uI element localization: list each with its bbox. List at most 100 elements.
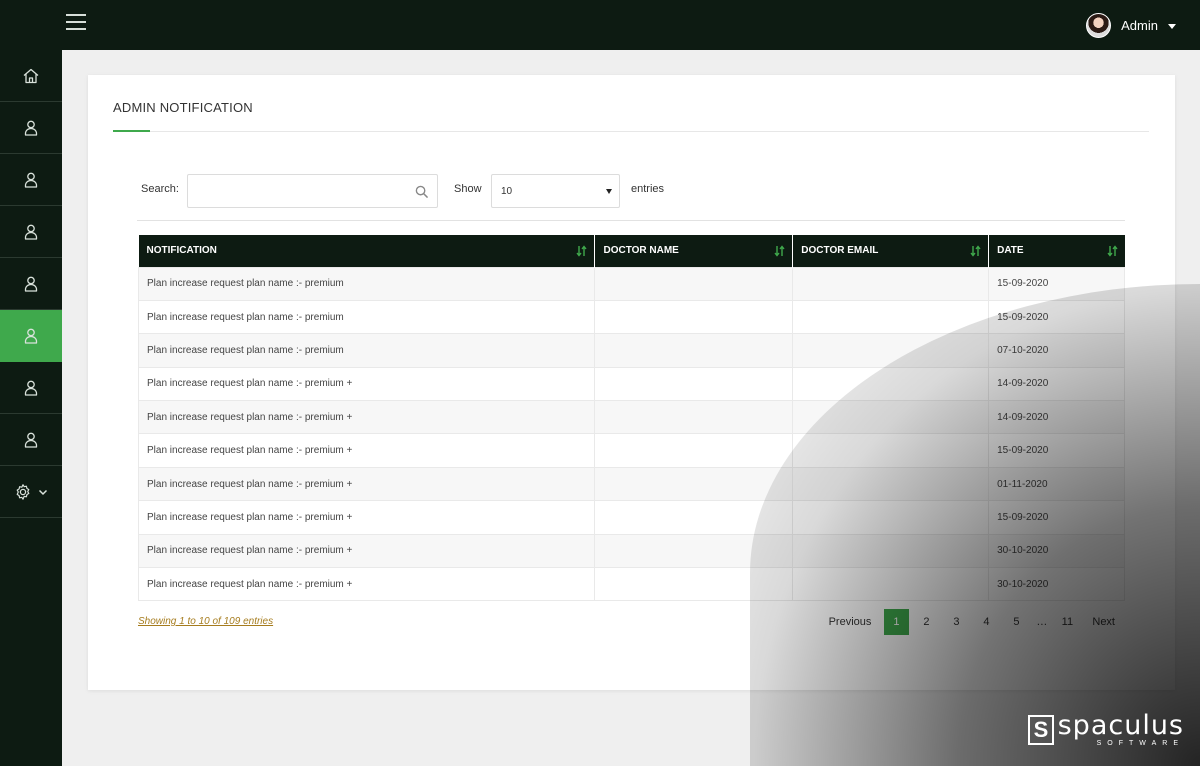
- show-label: Show: [454, 183, 482, 195]
- cell-notification: Plan increase request plan name :- premi…: [137, 433, 596, 468]
- cell-notification: Plan increase request plan name :- premi…: [137, 266, 596, 301]
- table-row[interactable]: Plan increase request plan name :- premi…: [137, 400, 1125, 435]
- notifications-table: NOTIFICATION DOCTOR NAME DOCTOR EMAIL DA…: [137, 235, 1125, 602]
- sidebar-item-5[interactable]: [0, 258, 62, 310]
- user-icon: [22, 379, 40, 397]
- entries-label: entries: [631, 183, 665, 195]
- cell-notification: Plan increase request plan name :- premi…: [137, 366, 596, 402]
- showing-entries-info: Showing 1 to 10 of 109 entries: [138, 616, 274, 627]
- cell-date: 30-10-2020: [988, 533, 1125, 569]
- cell-notification: Plan increase request plan name :- premi…: [137, 400, 596, 435]
- table-row[interactable]: Plan increase request plan name :- premi…: [137, 299, 1125, 335]
- table-header-row: NOTIFICATION DOCTOR NAME DOCTOR EMAIL DA…: [138, 235, 1125, 267]
- sidebar-item-8[interactable]: [0, 414, 62, 466]
- cell-notification: Plan increase request plan name :- premi…: [137, 466, 596, 502]
- pagination: Previous 1 2 3 4 5 … 11 Next: [819, 609, 1125, 635]
- cell-date: 30-10-2020: [988, 567, 1125, 602]
- sidebar-item-7[interactable]: [0, 362, 62, 414]
- cell-doctor-email: [792, 466, 990, 502]
- sidebar: [0, 0, 62, 766]
- cell-date: 15-09-2020: [988, 500, 1125, 535]
- entries-select[interactable]: 10: [491, 174, 620, 208]
- hamburger-menu-icon[interactable]: [66, 14, 86, 32]
- user-name[interactable]: Admin: [1121, 18, 1158, 33]
- search-input[interactable]: [188, 175, 437, 207]
- cell-date: 15-09-2020: [988, 266, 1125, 301]
- table-row[interactable]: Plan increase request plan name :- premi…: [137, 433, 1125, 468]
- sidebar-item-3[interactable]: [0, 154, 62, 206]
- column-header-label: NOTIFICATION: [146, 245, 217, 257]
- notification-card: ADMIN NOTIFICATION Search: Show 10 entri…: [88, 75, 1175, 690]
- avatar[interactable]: [1086, 12, 1112, 38]
- cell-doctor-name: [594, 533, 794, 569]
- table-row[interactable]: Plan increase request plan name :- premi…: [137, 366, 1125, 402]
- caret-down-icon: [606, 189, 612, 194]
- cell-doctor-email: [792, 299, 990, 335]
- page-button-4[interactable]: 4: [974, 609, 999, 635]
- cell-doctor-name: [594, 500, 794, 535]
- user-icon: [22, 171, 40, 189]
- sidebar-item-2[interactable]: [0, 102, 62, 154]
- cell-date: 01-11-2020: [988, 466, 1125, 502]
- cell-date: 15-09-2020: [988, 433, 1125, 468]
- cell-date: 15-09-2020: [988, 299, 1125, 335]
- sidebar-item-6[interactable]: [0, 310, 62, 362]
- brand-logo: spaculus SOFTWARE: [1027, 710, 1184, 747]
- column-header-doctor-name[interactable]: DOCTOR NAME: [594, 235, 794, 267]
- user-icon: [22, 431, 40, 449]
- cell-doctor-name: [594, 299, 794, 335]
- cell-doctor-name: [594, 400, 794, 435]
- pagination-ellipsis: …: [1036, 616, 1048, 628]
- sort-icon[interactable]: [1106, 245, 1118, 257]
- table-row[interactable]: Plan increase request plan name :- premi…: [137, 500, 1125, 535]
- column-header-date[interactable]: DATE: [988, 235, 1125, 267]
- cell-doctor-email: [792, 433, 990, 468]
- user-menu[interactable]: Admin: [1086, 12, 1176, 38]
- page-button-5[interactable]: 5: [1004, 609, 1029, 635]
- user-icon: [22, 327, 40, 345]
- cell-doctor-name: [594, 266, 794, 301]
- previous-page-button[interactable]: Previous: [819, 609, 882, 635]
- title-divider: [113, 131, 1149, 132]
- sort-icon[interactable]: [576, 245, 588, 257]
- sidebar-item-9[interactable]: [0, 466, 62, 518]
- search-icon[interactable]: [415, 185, 428, 198]
- cell-date: 07-10-2020: [988, 333, 1125, 368]
- controls-divider: [137, 220, 1125, 221]
- search-label: Search:: [141, 183, 179, 195]
- brand-name: spaculus: [1057, 710, 1184, 741]
- chevron-down-icon[interactable]: [1168, 23, 1176, 29]
- page-button-11[interactable]: 11: [1055, 609, 1080, 635]
- table-row[interactable]: Plan increase request plan name :- premi…: [137, 466, 1125, 502]
- cell-doctor-email: [792, 500, 990, 535]
- cell-date: 14-09-2020: [988, 366, 1125, 402]
- top-bar: Admin: [0, 0, 1200, 50]
- page-button-3[interactable]: 3: [944, 609, 969, 635]
- cell-doctor-name: [594, 567, 794, 602]
- cell-notification: Plan increase request plan name :- premi…: [137, 333, 596, 368]
- sort-icon[interactable]: [774, 245, 785, 257]
- table-row[interactable]: Plan increase request plan name :- premi…: [137, 567, 1125, 602]
- cell-doctor-email: [792, 533, 990, 569]
- entries-select-value: 10: [501, 185, 513, 197]
- sidebar-item-1[interactable]: [0, 50, 62, 102]
- user-icon: [22, 275, 40, 293]
- table-row[interactable]: Plan increase request plan name :- premi…: [137, 533, 1125, 569]
- cell-doctor-name: [594, 366, 794, 402]
- search-box[interactable]: [187, 174, 438, 208]
- gear-icon: [14, 483, 32, 501]
- cell-doctor-email: [792, 266, 990, 301]
- brand-mark-icon: [1027, 714, 1054, 745]
- cell-doctor-email: [792, 333, 990, 368]
- table-row[interactable]: Plan increase request plan name :- premi…: [137, 333, 1125, 368]
- cell-doctor-email: [792, 366, 990, 402]
- page-title: ADMIN NOTIFICATION: [113, 100, 253, 115]
- column-header-notification[interactable]: NOTIFICATION: [138, 235, 596, 267]
- column-header-doctor-email[interactable]: DOCTOR EMAIL: [792, 235, 990, 267]
- sidebar-item-4[interactable]: [0, 206, 62, 258]
- page-button-2[interactable]: 2: [914, 609, 939, 635]
- page-button-1[interactable]: 1: [883, 609, 909, 635]
- table-row[interactable]: Plan increase request plan name :- premi…: [137, 266, 1125, 301]
- sort-icon[interactable]: [970, 245, 981, 257]
- next-page-button[interactable]: Next: [1082, 609, 1125, 635]
